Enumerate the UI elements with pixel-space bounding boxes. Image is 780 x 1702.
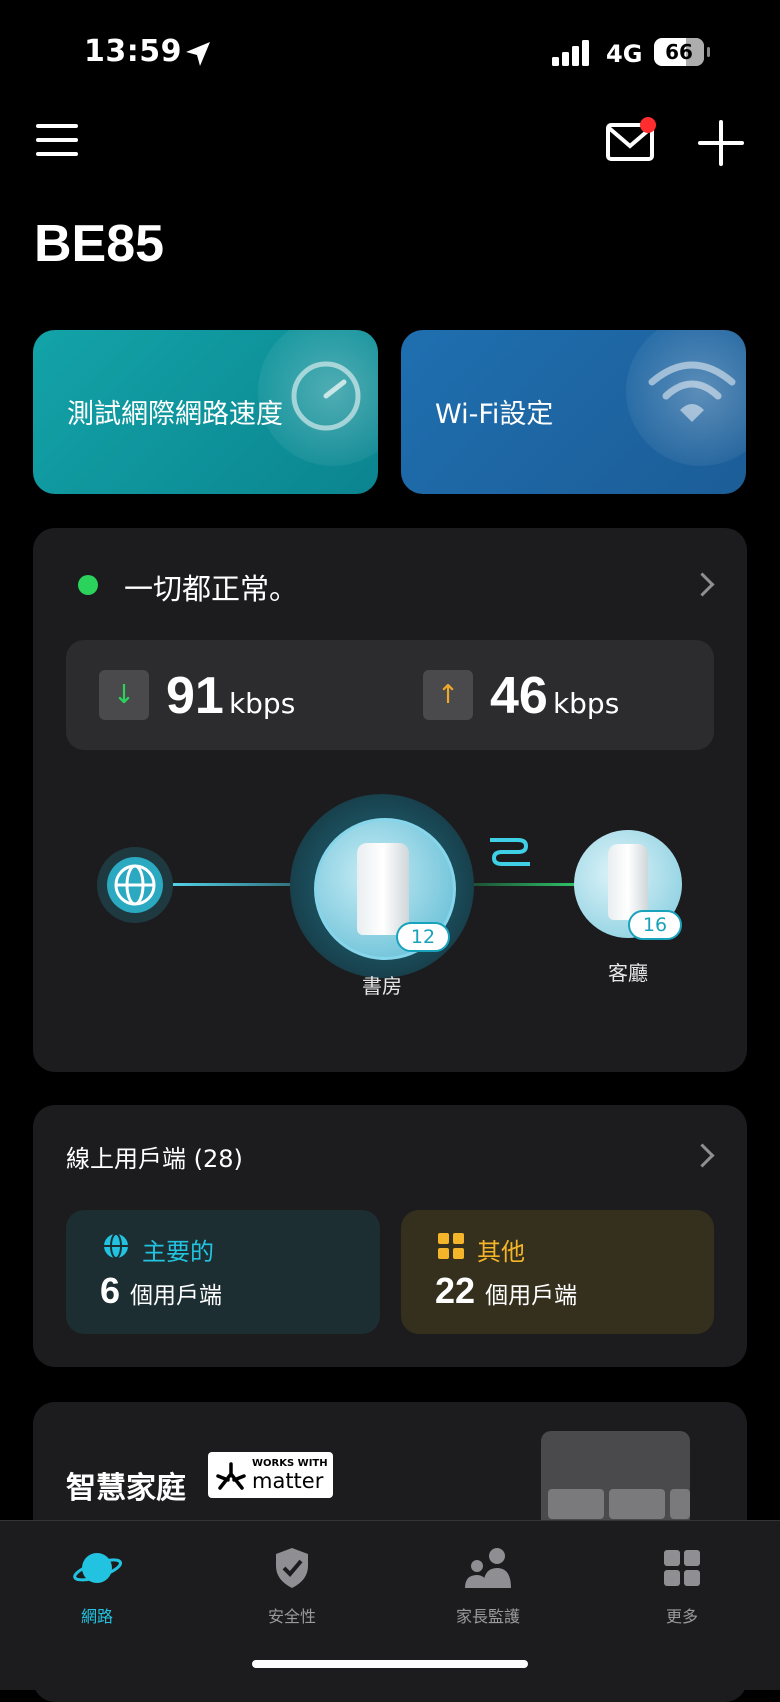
tab-label: 家長監護 (455, 1607, 520, 1626)
upload-unit: kbps (552, 687, 620, 720)
satellite-node-client-count: 16 (628, 910, 682, 940)
other-clients-card[interactable]: 其他 22 個用戶端 (401, 1210, 714, 1334)
add-button[interactable] (698, 120, 744, 166)
download-speed: 91 kbps (166, 666, 295, 726)
other-clients-count: 22 個用戶端 (435, 1270, 578, 1311)
satellite-node-name: 客廳 (608, 961, 648, 985)
tab-label: 安全性 (267, 1607, 316, 1626)
menu-button[interactable] (36, 122, 80, 158)
upload-arrow-icon: ↑ (423, 670, 473, 720)
tab-label: 網路 (80, 1607, 113, 1626)
wifi-settings-card[interactable]: Wi-Fi設定 (401, 330, 746, 494)
globe-icon (104, 1233, 128, 1259)
status-time: 13:59 (84, 34, 182, 69)
home-indicator (252, 1660, 528, 1668)
upload-speed: 46 kbps (490, 666, 619, 726)
main-clients-label: 主要的 (142, 1238, 214, 1266)
speed-test-card[interactable]: 測試網際網路速度 (33, 330, 378, 494)
tab-network[interactable]: 網路 (27, 1545, 167, 1627)
notification-dot (640, 117, 656, 133)
wifi-settings-label: Wi-Fi設定 (435, 399, 554, 430)
router-icon (357, 843, 409, 935)
grid-icon (657, 1545, 707, 1591)
network-type: 4G (606, 40, 643, 68)
smart-home-title: 智慧家庭 (66, 1471, 186, 1506)
download-unit: kbps (228, 687, 296, 720)
location-arrow-icon (186, 42, 210, 66)
matter-works-with: WORKS WITH (252, 1458, 328, 1469)
speedometer-icon (291, 361, 361, 431)
page-title: BE85 (34, 215, 165, 273)
tab-parental[interactable]: 家長監護 (418, 1545, 558, 1627)
online-clients-title: 線上用戶端 (28) (66, 1145, 243, 1173)
shield-check-icon (267, 1545, 317, 1591)
matter-badge: WORKS WITH matter (208, 1452, 333, 1498)
hamburger-icon (36, 124, 78, 128)
wifi-icon (648, 361, 736, 422)
status-message: 一切都正常。 (124, 572, 299, 606)
internet-node[interactable] (97, 847, 173, 923)
battery-level: 66 (665, 40, 693, 64)
planet-icon (72, 1545, 122, 1591)
ethernet-cable-icon (490, 838, 530, 866)
speed-test-label: 測試網際網路速度 (67, 399, 283, 430)
signal-bars-icon (552, 40, 589, 66)
tab-more[interactable]: 更多 (612, 1545, 752, 1627)
main-node-client-count: 12 (396, 922, 450, 952)
wired-link-line (470, 883, 578, 886)
main-clients-card[interactable]: 主要的 6 個用戶端 (66, 1210, 380, 1334)
download-value: 91 (166, 667, 224, 725)
tab-security[interactable]: 安全性 (222, 1545, 362, 1627)
main-clients-count: 6 個用戶端 (100, 1270, 223, 1311)
status-ok-indicator (78, 575, 98, 595)
download-arrow-icon: ↓ (99, 670, 149, 720)
tab-label: 更多 (665, 1607, 698, 1626)
upload-value: 46 (490, 667, 548, 725)
main-node-name: 書房 (362, 974, 402, 998)
globe-icon (107, 857, 163, 913)
router-icon (608, 844, 648, 920)
other-clients-label: 其他 (477, 1238, 525, 1266)
battery-icon: 66 (654, 38, 710, 66)
grid-icon (438, 1233, 464, 1259)
parents-icon (463, 1545, 513, 1591)
matter-label: matter (252, 1469, 324, 1493)
matter-logo-icon (216, 1462, 246, 1490)
